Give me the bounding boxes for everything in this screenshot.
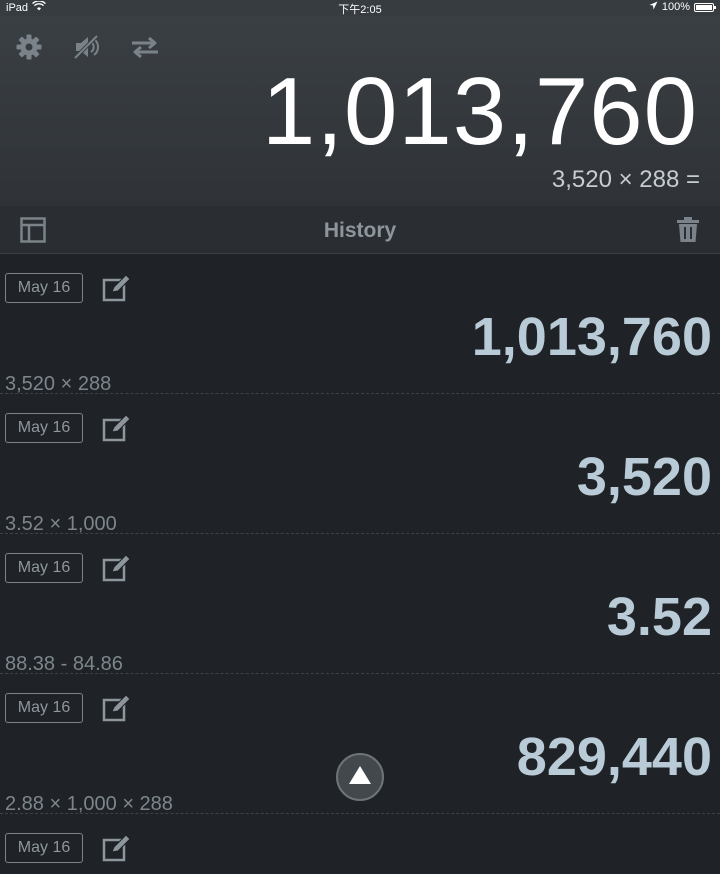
speaker-muted-icon[interactable] [72, 32, 102, 62]
history-entry[interactable]: May 16 [0, 814, 720, 874]
current-expression: 3,520 × 288 = [551, 166, 700, 193]
history-entry[interactable]: May 16 1,013,760 3,520 × 288 [0, 254, 720, 394]
swap-arrows-icon[interactable] [130, 32, 160, 62]
battery-percent: 100% [661, 1, 690, 13]
edit-icon[interactable] [102, 554, 132, 587]
history-expression: 3,520 × 288 [5, 373, 112, 395]
history-entry[interactable]: May 16 3,520 3.52 × 1,000 [0, 394, 720, 534]
history-result: 1,013,760 [471, 307, 712, 367]
date-badge: May 16 [5, 413, 83, 443]
edit-icon[interactable] [102, 274, 132, 307]
trash-icon[interactable] [676, 217, 700, 248]
edit-icon[interactable] [102, 694, 132, 727]
battery-icon [694, 2, 716, 12]
history-expression: 88.38 - 84.86 [5, 653, 123, 675]
main-result: 1,013,760 [261, 58, 698, 165]
edit-icon[interactable] [102, 834, 132, 867]
history-result: 829,440 [516, 727, 712, 787]
edit-icon[interactable] [102, 414, 132, 447]
top-toolbar [14, 32, 160, 62]
history-title: History [323, 219, 397, 242]
date-badge: May 16 [5, 693, 83, 723]
history-result: 3,520 [576, 447, 712, 507]
history-result: 3.52 [606, 587, 712, 647]
history-header: History [0, 206, 720, 254]
date-badge: May 16 [5, 273, 83, 303]
scroll-up-button[interactable] [336, 753, 384, 801]
date-badge: May 16 [5, 833, 83, 863]
triangle-up-icon [348, 765, 372, 790]
history-expression: 2.88 × 1,000 × 288 [5, 793, 173, 815]
gear-icon[interactable] [14, 32, 44, 62]
status-time: 下午2:05 [338, 4, 382, 16]
location-arrow-icon [649, 1, 658, 13]
status-bar: iPad 下午2:05 100% [0, 0, 720, 16]
date-badge: May 16 [5, 553, 83, 583]
history-expression: 3.52 × 1,000 [5, 513, 117, 535]
calculator-display: 1,013,760 3,520 × 288 = [0, 16, 720, 206]
history-entry[interactable]: May 16 3.52 88.38 - 84.86 [0, 534, 720, 674]
